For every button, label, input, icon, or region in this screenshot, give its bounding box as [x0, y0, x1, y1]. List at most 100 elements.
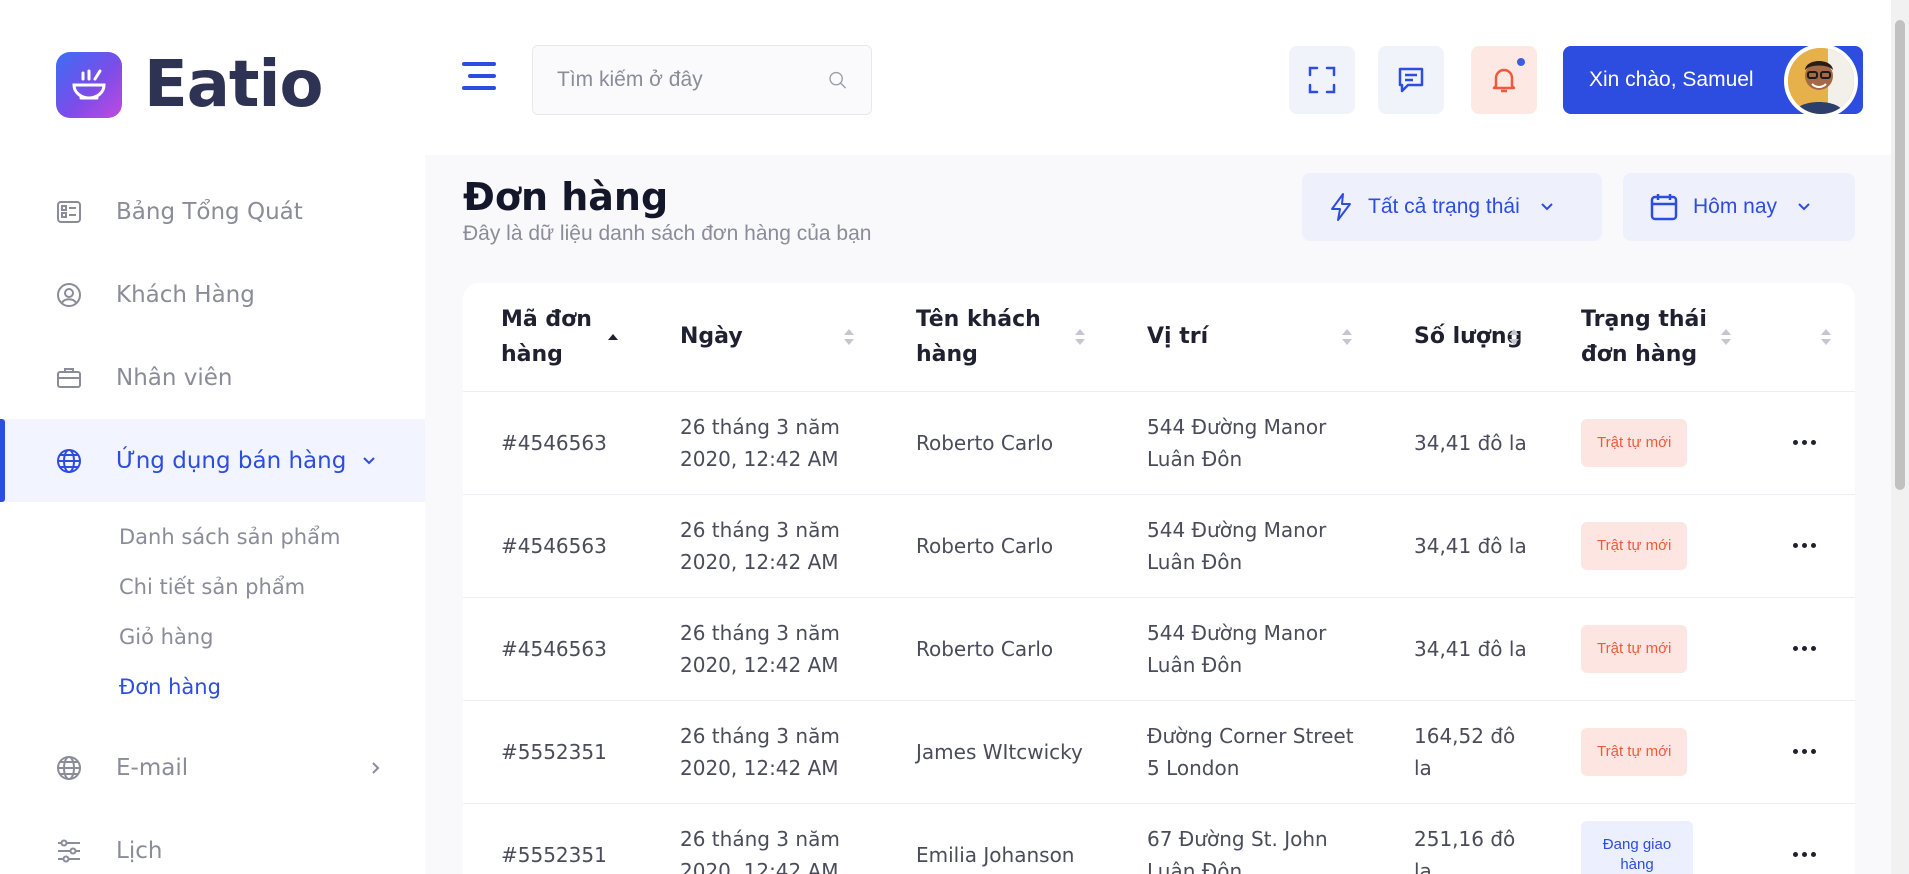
date-filter-dropdown[interactable]: Hôm nay [1623, 173, 1855, 241]
cell-status: Trật tự mới [1543, 700, 1755, 804]
table-row[interactable]: #4546563 26 tháng 3 năm 2020, 12:42 AM R… [463, 391, 1855, 495]
menu-toggle-icon[interactable] [462, 62, 496, 90]
avatar[interactable] [1784, 44, 1858, 118]
sort-asc-icon [608, 333, 618, 340]
customers-icon [56, 282, 82, 308]
sidebar-item-label: Bảng Tổng Quát [116, 198, 303, 225]
more-options-icon[interactable] [1793, 852, 1817, 857]
table-header-row: Mã đơn hàng Ngày Tên khách hàng Vị trí S… [463, 283, 1855, 392]
chat-icon [1398, 67, 1424, 93]
cell-actions [1755, 391, 1855, 495]
cell-location: 544 Đường Manor Luân Đôn [1109, 494, 1376, 598]
cell-date: 26 tháng 3 năm 2020, 12:42 AM [642, 597, 878, 701]
sidebar-item-dashboard[interactable]: Bảng Tổng Quát [0, 170, 425, 253]
logo[interactable]: Eatio [56, 48, 323, 122]
table-row[interactable]: #4546563 26 tháng 3 năm 2020, 12:42 AM R… [463, 494, 1855, 598]
sidebar-item-label: Khách Hàng [116, 281, 255, 308]
cell-actions [1755, 597, 1855, 701]
sort-icon [1821, 328, 1831, 345]
status-filter-dropdown[interactable]: Tất cả trạng thái [1302, 173, 1602, 241]
cell-location: 544 Đường Manor Luân Đôn [1109, 597, 1376, 701]
cell-amount: 34,41 đô la [1376, 494, 1543, 598]
cell-amount: 34,41 đô la [1376, 597, 1543, 701]
more-options-icon[interactable] [1793, 440, 1817, 445]
column-header-actions[interactable] [1755, 283, 1855, 392]
cell-amount: 164,52 đô la [1376, 700, 1543, 804]
column-header-status[interactable]: Trạng thái đơn hàng [1543, 283, 1755, 392]
status-badge: Đang giao hàng [1581, 820, 1693, 874]
bowl-icon [56, 52, 122, 118]
subnav-item-cart[interactable]: Giỏ hàng [0, 612, 425, 662]
cell-location: Đường Corner Street 5 London [1109, 700, 1376, 804]
subnav-item-product-list[interactable]: Danh sách sản phẩm [0, 512, 425, 562]
globe-icon [56, 755, 82, 781]
sidebar-item-calendar[interactable]: Lịch [0, 809, 425, 874]
cell-order-id: #4546563 [463, 494, 642, 598]
cell-status: Trật tự mới [1543, 597, 1755, 701]
orders-table: Mã đơn hàng Ngày Tên khách hàng Vị trí S… [463, 283, 1855, 874]
cell-actions [1755, 700, 1855, 804]
sliders-icon [56, 838, 82, 864]
greeting-text: Xin chào, Samuel [1589, 68, 1754, 91]
status-badge: Trật tự mới [1581, 624, 1688, 673]
sidebar-item-label: Lịch [116, 837, 163, 864]
status-badge: Trật tự mới [1581, 727, 1688, 776]
scrollbar-thumb[interactable] [1895, 20, 1905, 490]
briefcase-icon [56, 365, 82, 391]
sidebar-item-email[interactable]: E-mail [0, 726, 425, 809]
cell-order-id: #5552351 [463, 803, 642, 874]
fullscreen-button[interactable] [1289, 46, 1355, 114]
sidebar-item-label: Ứng dụng bán hàng [116, 447, 347, 474]
dashboard-icon [56, 199, 82, 225]
notifications-button[interactable] [1471, 46, 1537, 114]
cell-date: 26 tháng 3 năm 2020, 12:42 AM [642, 494, 878, 598]
bell-icon [1492, 68, 1516, 93]
sort-icon [1721, 328, 1731, 345]
search-icon[interactable] [828, 66, 847, 94]
sidebar: Eatio Bảng Tổng Quát Khách Hàng Nhân viê… [0, 0, 425, 874]
cell-amount: 251,16 đô la [1376, 803, 1543, 874]
search-box [532, 45, 872, 115]
chevron-right-icon [371, 761, 381, 775]
status-filter-label: Tất cả trạng thái [1368, 195, 1520, 218]
logo-text: Eatio [144, 48, 323, 122]
top-header: Xin chào, Samuel [425, 0, 1909, 155]
messages-button[interactable] [1378, 46, 1444, 114]
fullscreen-icon [1308, 66, 1336, 94]
column-header-location[interactable]: Vị trí [1109, 283, 1376, 392]
chevron-down-icon [1540, 202, 1554, 212]
cell-date: 26 tháng 3 năm 2020, 12:42 AM [642, 391, 878, 495]
orders-table-card: Mã đơn hàng Ngày Tên khách hàng Vị trí S… [463, 283, 1855, 874]
calendar-icon [1650, 194, 1678, 221]
status-badge: Trật tự mới [1581, 521, 1688, 570]
more-options-icon[interactable] [1793, 749, 1817, 754]
cell-customer: Roberto Carlo [878, 391, 1109, 495]
search-input[interactable] [557, 68, 828, 92]
chevron-down-icon [1797, 202, 1811, 212]
table-row[interactable]: #5552351 26 tháng 3 năm 2020, 12:42 AM J… [463, 700, 1855, 804]
subnav-item-product-detail[interactable]: Chi tiết sản phẩm [0, 562, 425, 612]
chevron-down-icon [362, 456, 376, 466]
page-subtitle: Đây là dữ liệu danh sách đơn hàng của bạ… [463, 222, 872, 245]
column-header-amount[interactable]: Số lượng [1376, 283, 1543, 392]
sidebar-nav: Bảng Tổng Quát Khách Hàng Nhân viên Ứng … [0, 170, 425, 874]
more-options-icon[interactable] [1793, 646, 1817, 651]
page-scrollbar[interactable] [1891, 0, 1909, 874]
sidebar-item-customers[interactable]: Khách Hàng [0, 253, 425, 336]
column-header-date[interactable]: Ngày [642, 283, 878, 392]
notification-dot [1515, 56, 1527, 68]
cell-customer: Emilia Johanson [878, 803, 1109, 874]
cell-actions [1755, 494, 1855, 598]
cell-customer: Roberto Carlo [878, 597, 1109, 701]
subnav-item-orders[interactable]: Đơn hàng [0, 662, 425, 712]
table-row[interactable]: #4546563 26 tháng 3 năm 2020, 12:42 AM R… [463, 597, 1855, 701]
sort-icon [1342, 328, 1352, 345]
sidebar-item-label: Nhân viên [116, 364, 233, 391]
sidebar-item-employees[interactable]: Nhân viên [0, 336, 425, 419]
column-header-order-id[interactable]: Mã đơn hàng [463, 283, 642, 392]
sort-icon [1509, 328, 1519, 345]
sidebar-item-sales-app[interactable]: Ứng dụng bán hàng [0, 419, 425, 502]
more-options-icon[interactable] [1793, 543, 1817, 548]
column-header-customer[interactable]: Tên khách hàng [878, 283, 1109, 392]
table-row[interactable]: #5552351 26 tháng 3 năm 2020, 12:42 AM E… [463, 803, 1855, 874]
